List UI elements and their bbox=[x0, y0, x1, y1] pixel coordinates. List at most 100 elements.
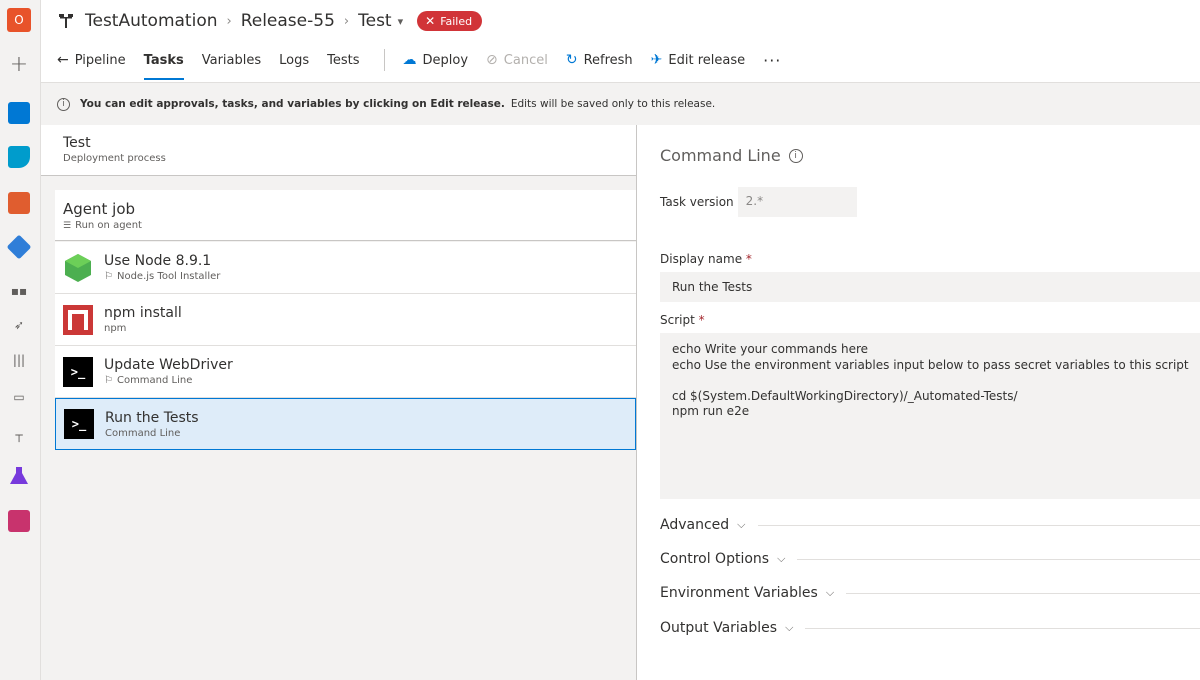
info-icon: i bbox=[57, 97, 70, 111]
info-bold-text: You can edit approvals, tasks, and varia… bbox=[80, 98, 505, 110]
agent-job[interactable]: Agent job ☰ Run on agent bbox=[55, 190, 636, 241]
section-environment-variables[interactable]: Environment Variables ⌵ bbox=[660, 583, 1200, 603]
task-type-text: Command Line bbox=[116, 375, 193, 386]
chevron-down-icon: ⌵ bbox=[777, 552, 786, 565]
release-pipeline-icon bbox=[57, 12, 75, 30]
artifacts-icon[interactable] bbox=[7, 509, 31, 533]
more-options-button[interactable]: ··· bbox=[763, 46, 781, 74]
command-line-icon: >_ bbox=[63, 356, 93, 387]
refresh-icon: ↻ bbox=[565, 52, 578, 68]
task-item-selected[interactable]: >_ Run the Tests Command Line bbox=[55, 398, 636, 450]
detail-title: Command Line i bbox=[660, 146, 803, 165]
chevron-down-icon[interactable]: ▾ bbox=[398, 15, 404, 28]
task-name: Update WebDriver bbox=[104, 357, 233, 373]
task-detail-panel: Command Line i Task version 2.* Display … bbox=[637, 125, 1200, 680]
failed-x-icon: ✕ bbox=[425, 14, 436, 28]
breadcrumb: TestAutomation › Release-55 › Test ▾ ✕ Fa… bbox=[57, 8, 483, 34]
section-label: Advanced bbox=[660, 517, 730, 533]
task-item[interactable]: Use Node 8.9.1 ⚐ Node.js Tool Installer bbox=[55, 242, 636, 294]
edit-release-label: Edit release bbox=[668, 52, 746, 68]
agent-job-subtitle-text: Run on agent bbox=[75, 220, 142, 231]
boards-icon[interactable] bbox=[7, 145, 31, 169]
tab-tasks[interactable]: Tasks bbox=[143, 46, 184, 80]
overview-icon[interactable] bbox=[7, 101, 31, 125]
required-marker: * bbox=[698, 313, 705, 327]
section-control-options[interactable]: Control Options ⌵ bbox=[660, 549, 1200, 569]
display-name-label: Display name * bbox=[660, 252, 752, 266]
flag-icon: ⚐ bbox=[104, 375, 113, 386]
task-type-text: Node.js Tool Installer bbox=[116, 271, 221, 282]
logs-label: Logs bbox=[279, 52, 310, 68]
rocket-icon: ✈ bbox=[650, 52, 663, 68]
script-label-text: Script bbox=[660, 313, 695, 327]
refresh-button[interactable]: ↻ Refresh bbox=[566, 46, 633, 74]
breadcrumb-separator-icon: › bbox=[343, 13, 350, 29]
breadcrumb-stage[interactable]: Test bbox=[358, 11, 391, 31]
info-icon[interactable]: i bbox=[788, 148, 803, 163]
task-type-text: Command Line bbox=[105, 427, 181, 439]
tab-logs[interactable]: Logs bbox=[279, 46, 309, 74]
task-item[interactable]: npm install npm bbox=[55, 294, 636, 346]
task-name: npm install bbox=[104, 305, 182, 321]
status-text: Failed bbox=[440, 14, 473, 28]
task-groups-icon[interactable]: ▭ bbox=[7, 385, 31, 409]
chevron-down-icon: ⌵ bbox=[825, 586, 835, 599]
nav-rail: O + ▪▪ ➶ ||| ▭ ┬ bbox=[0, 0, 41, 680]
detail-title-text: Command Line bbox=[660, 146, 781, 165]
back-to-pipeline-button[interactable]: ← Pipeline bbox=[57, 46, 126, 74]
page-header: TestAutomation › Release-55 › Test ▾ ✕ Fa… bbox=[41, 0, 1200, 83]
task-type: ⚐ Command Line bbox=[104, 375, 233, 386]
required-marker: * bbox=[745, 252, 752, 266]
repos-icon[interactable] bbox=[7, 191, 31, 215]
display-name-input[interactable]: Run the Tests bbox=[660, 272, 1200, 302]
pipelines-icon[interactable] bbox=[6, 234, 32, 260]
test-plans-flask-icon[interactable] bbox=[7, 464, 31, 488]
library-icon[interactable]: ||| bbox=[7, 348, 31, 372]
releases-rocket-icon[interactable]: ➶ bbox=[7, 313, 31, 337]
stage-title: Test bbox=[63, 135, 91, 151]
cancel-label: Cancel bbox=[503, 52, 548, 68]
more-label: ··· bbox=[763, 50, 782, 70]
task-name: Use Node 8.9.1 bbox=[104, 253, 212, 269]
toolbar-divider bbox=[383, 49, 385, 71]
section-label: Control Options bbox=[660, 551, 770, 567]
script-label: Script * bbox=[660, 313, 705, 327]
stage-subtitle: Deployment process bbox=[63, 153, 166, 164]
new-item-plus-icon[interactable]: + bbox=[7, 52, 31, 77]
breadcrumb-separator-icon: › bbox=[226, 13, 232, 29]
section-label: Output Variables bbox=[660, 620, 778, 636]
tab-tests[interactable]: Tests bbox=[327, 46, 359, 74]
cancel-button[interactable]: ⊘ Cancel bbox=[486, 46, 548, 74]
agent-job-title: Agent job bbox=[63, 200, 136, 218]
stage-header[interactable]: Test Deployment process bbox=[41, 125, 636, 176]
agent-job-subtitle: ☰ Run on agent bbox=[63, 220, 628, 231]
deployment-groups-icon[interactable]: ┬ bbox=[7, 423, 31, 447]
breadcrumb-project[interactable]: TestAutomation bbox=[85, 11, 218, 31]
chevron-down-icon: ⌵ bbox=[737, 518, 746, 531]
refresh-label: Refresh bbox=[583, 52, 633, 68]
section-output-variables[interactable]: Output Variables ⌵ bbox=[660, 618, 1200, 638]
tests-label: Tests bbox=[327, 52, 360, 68]
edit-release-button[interactable]: ✈ Edit release bbox=[651, 46, 745, 74]
npm-icon bbox=[63, 304, 93, 335]
pipeline-label: Pipeline bbox=[74, 52, 126, 68]
task-type: ⚐ Node.js Tool Installer bbox=[104, 271, 220, 282]
command-line-icon: >_ bbox=[64, 409, 94, 439]
section-advanced[interactable]: Advanced ⌵ bbox=[660, 515, 1200, 535]
deploy-label: Deploy bbox=[422, 52, 469, 68]
organization-avatar[interactable]: O bbox=[7, 8, 31, 32]
deploy-button[interactable]: ☁ Deploy bbox=[403, 46, 469, 74]
task-version-select[interactable]: 2.* bbox=[737, 187, 857, 217]
environments-icon[interactable]: ▪▪ bbox=[7, 279, 31, 303]
task-name: Run the Tests bbox=[105, 409, 199, 426]
script-textarea[interactable]: echo Write your commands here echo Use t… bbox=[660, 333, 1200, 499]
task-type-text: npm bbox=[104, 323, 127, 334]
task-item[interactable]: >_ Update WebDriver ⚐ Command Line bbox=[55, 346, 636, 398]
toolbar: ← Pipeline Tasks Variables Logs Tests ☁ De… bbox=[57, 46, 799, 80]
status-badge: ✕ Failed bbox=[417, 11, 483, 31]
server-icon: ☰ bbox=[63, 221, 72, 231]
variables-label: Variables bbox=[201, 52, 262, 68]
tab-variables[interactable]: Variables bbox=[202, 46, 261, 74]
cancel-circle-icon: ⊘ bbox=[486, 52, 498, 68]
breadcrumb-release[interactable]: Release-55 bbox=[241, 11, 335, 31]
